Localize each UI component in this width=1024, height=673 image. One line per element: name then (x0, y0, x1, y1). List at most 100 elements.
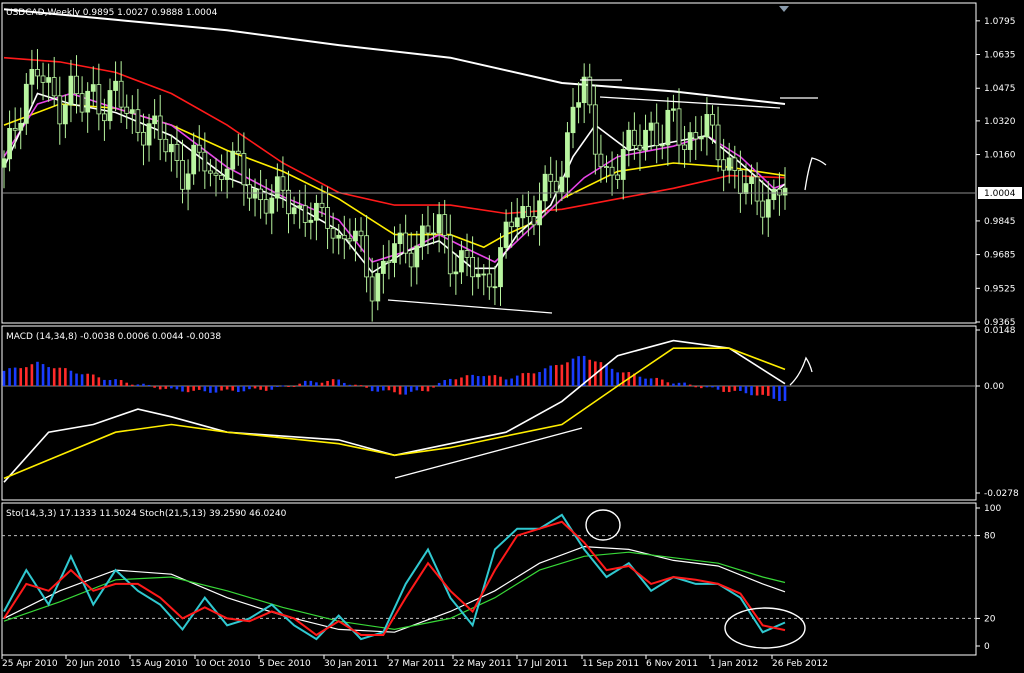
candle-body (615, 174, 621, 180)
macd-bar (164, 386, 168, 389)
macd-bar (298, 383, 301, 386)
date-tick-label: 5 Dec 2010 (259, 659, 311, 669)
macd-bar (192, 386, 195, 391)
candle-body (648, 122, 654, 131)
macd-bar (460, 377, 463, 386)
macd-bar (354, 384, 357, 386)
macd-bar (181, 386, 184, 392)
candle-body (693, 132, 699, 140)
candle-body (682, 144, 687, 150)
macd-bar (443, 380, 447, 386)
candle-body (537, 200, 542, 226)
macd-tick-label: 0.00 (984, 382, 1004, 392)
candle-body (163, 138, 169, 153)
candle-body (146, 123, 152, 146)
macd-bar (527, 372, 530, 386)
candle-body (392, 243, 397, 263)
date-tick-label: 25 Apr 2010 (2, 659, 58, 669)
macd-bar (253, 386, 257, 389)
macd-bar (515, 375, 519, 386)
macd-bar (382, 386, 385, 391)
macd-bar (677, 382, 681, 386)
candle-body (419, 225, 425, 247)
macd-bar (688, 384, 692, 386)
candle-body (587, 76, 593, 106)
macd-bar (108, 380, 112, 386)
candle-body (643, 129, 648, 151)
candle-body (113, 80, 118, 91)
macd-bar (448, 378, 452, 386)
candle-body (369, 276, 375, 302)
candle-body (107, 90, 113, 122)
candle-body (252, 188, 258, 199)
candle-body (85, 90, 91, 113)
candle-body (258, 188, 264, 201)
price-tick-label: 0.9685 (984, 251, 1016, 261)
price-tick-label: 1.0635 (984, 51, 1016, 61)
candle-body (414, 245, 420, 268)
candle-body (380, 260, 386, 274)
macd-bar (86, 373, 89, 386)
macd-bar (231, 386, 235, 391)
macd-bar (638, 376, 642, 386)
macd-bar (504, 379, 508, 386)
candle-body (464, 250, 470, 258)
candle-body (531, 216, 537, 226)
candle-body (715, 124, 721, 161)
macd-bar (131, 384, 134, 386)
candle-body (743, 183, 749, 194)
candle-body (436, 214, 442, 234)
macd-bar (91, 374, 95, 386)
candle-body (425, 225, 431, 234)
candle-body (542, 173, 548, 202)
macd-bar (644, 378, 647, 386)
macd-bar (36, 361, 39, 386)
candle-body (581, 76, 587, 104)
macd-bar (248, 386, 251, 390)
candle-body (777, 188, 782, 196)
macd-bar (683, 382, 686, 386)
stoch-tick-label: 20 (984, 614, 996, 624)
candle-body (665, 109, 671, 146)
macd-bar (97, 377, 101, 386)
macd-bar (465, 375, 469, 386)
macd-panel-title: MACD (14,34,8) -0.0038 0.0006 0.0044 -0.… (6, 332, 221, 342)
macd-bar (142, 383, 145, 386)
candle-body (620, 149, 626, 180)
candle-body (609, 166, 615, 176)
macd-bar (153, 386, 156, 388)
macd-bar (705, 386, 709, 388)
date-tick-label: 26 Feb 2012 (772, 659, 828, 669)
candle-body (509, 221, 515, 228)
macd-bar (370, 386, 374, 392)
macd-bar (342, 382, 346, 386)
macd-bar (75, 373, 78, 386)
price-tick-label: 0.9525 (984, 284, 1016, 294)
candle-body (302, 205, 308, 223)
candle-body (565, 132, 570, 178)
candle-body (319, 202, 325, 208)
candle-body (375, 273, 381, 302)
candle-body (280, 176, 286, 191)
candle-body (559, 176, 565, 193)
macd-bar (114, 379, 117, 386)
candle-body (157, 115, 163, 140)
candle-body (358, 230, 364, 237)
candle-body (721, 159, 727, 171)
candle-body (68, 75, 74, 106)
candle-body (341, 234, 347, 240)
macd-bar (242, 386, 246, 392)
candle-body (235, 150, 241, 154)
macd-bar (315, 382, 318, 386)
candle-body (570, 106, 576, 134)
candle-body (51, 77, 57, 97)
date-tick-label: 30 Jan 2011 (324, 659, 378, 669)
candle-body (40, 75, 46, 83)
macd-tick-label: -0.0278 (984, 489, 1019, 499)
macd-bar (727, 386, 731, 393)
candle-body (671, 108, 676, 111)
macd-bar (577, 356, 580, 386)
date-tick-label: 20 Jun 2010 (66, 659, 120, 669)
chart-canvas: USDCAD,Weekly 0.9895 1.0027 0.9888 1.000… (0, 0, 1024, 673)
candle-body (313, 202, 319, 221)
